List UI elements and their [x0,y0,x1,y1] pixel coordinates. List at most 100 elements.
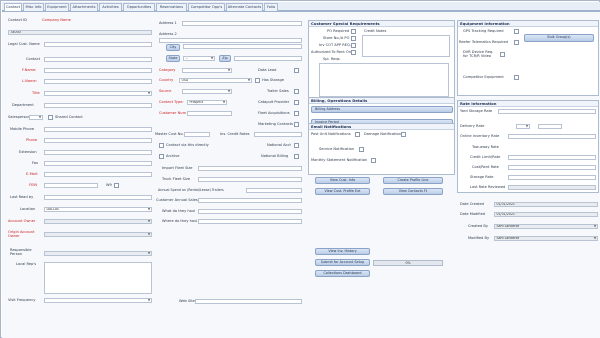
salesperson-field[interactable]: ▼ [29,115,43,120]
data-lead-checkbox[interactable] [294,68,299,73]
tab-misc-info[interactable]: Misc Info [23,3,44,11]
customer-num-field[interactable] [187,111,232,116]
customer-annual-field[interactable] [198,198,302,203]
authorized-checkbox[interactable] [351,50,356,55]
cost-rate-field[interactable] [508,165,596,170]
reefer-checkbox[interactable] [514,40,519,45]
dvr-checkbox[interactable] [500,52,505,57]
tab-equipment[interactable]: Equipment [45,3,69,11]
storage-rate-field[interactable] [508,175,596,180]
delivery-rate-amount[interactable] [538,124,562,129]
national-acct-checkbox[interactable] [294,143,299,148]
catapult-provider-checkbox[interactable] [294,100,299,105]
chevron-down-icon[interactable]: ▼ [525,125,529,128]
damage-checkbox[interactable] [401,132,406,137]
service-checkbox[interactable] [359,147,364,152]
chevron-down-icon[interactable]: ▼ [147,220,151,223]
post-unit-checkbox[interactable] [355,132,360,137]
zip-field[interactable] [234,56,302,61]
customer-id-field[interactable]: 34000 [8,30,152,35]
zip-button[interactable]: Zip [219,55,231,62]
address1-field[interactable] [182,21,302,26]
has-storage-checkbox[interactable] [255,78,260,83]
title-field[interactable]: ▼ [44,91,152,96]
tab-opportunities[interactable]: Opportunities [123,3,155,11]
legal-name-field[interactable] [44,42,152,47]
create-profile-button[interactable]: Create Profile Line [383,177,443,184]
category-field[interactable]: ▼ [182,68,232,73]
last-reviewed-field[interactable] [508,185,596,190]
phone-field[interactable] [44,138,152,143]
view-cust-profile-button[interactable]: View Cust. Profile Ext [315,188,370,195]
master-cust-field[interactable] [184,132,210,137]
ins-credit-field[interactable] [254,132,302,137]
source-field[interactable]: ▼ [182,89,232,94]
store-po-checkbox[interactable] [351,36,356,41]
view-inv-history-button[interactable]: View Inv. History [315,248,370,255]
web-site-field[interactable] [195,299,302,304]
state-button[interactable]: State [166,55,180,62]
national-billing-checkbox[interactable] [294,154,299,159]
chevron-down-icon[interactable]: ▼ [147,299,151,302]
delivery-rate-field[interactable]: ▼ [516,124,530,129]
chevron-down-icon[interactable]: ▼ [147,252,151,255]
billing-address-button[interactable]: Billing Address [311,106,453,113]
monthly-checkbox[interactable] [371,158,376,163]
contact-field[interactable] [44,57,152,62]
tab-activities[interactable]: Activities [99,3,122,11]
chevron-down-icon[interactable]: ▼ [222,101,226,104]
inv-copy-checkbox[interactable] [351,43,356,48]
chevron-down-icon[interactable]: ▼ [38,116,42,119]
where-haul-field[interactable] [198,219,302,224]
archive-checkbox[interactable] [159,154,164,159]
w9-checkbox[interactable] [114,183,119,188]
view-contacts-button[interactable]: View Contacts Ft [383,188,443,195]
tab-folio[interactable]: Folio [264,3,278,11]
credit-limit-field[interactable] [508,155,596,160]
view-cust-info-button[interactable]: View Cust. Info [315,177,370,184]
online-inventory-field[interactable] [508,134,596,139]
city-button[interactable]: City [166,44,180,51]
trailer-sales-checkbox[interactable] [294,89,299,94]
import-fleet-field[interactable] [198,166,302,171]
first-name-field[interactable] [44,68,152,73]
contact-type-field[interactable]: Prospect ▼ [187,100,227,105]
account-owner-field[interactable]: ▼ [44,219,152,224]
tab-competitor-opps[interactable]: Competitor Opp's [188,3,225,11]
chevron-down-icon[interactable]: ▼ [147,233,151,236]
email-field[interactable] [44,172,152,177]
visit-frequency-field[interactable]: ▼ [44,298,152,303]
fleet-acquisitions-checkbox[interactable] [294,111,299,116]
chevron-down-icon[interactable]: ▼ [147,92,151,95]
bulk-groups-button[interactable]: Bulk Group(s) [524,34,594,42]
chevron-down-icon[interactable]: ▼ [147,208,151,211]
mobile-field[interactable] [44,127,152,132]
fein-field[interactable] [44,183,98,188]
tab-reservations[interactable]: Reservations [156,3,187,11]
gps-checkbox[interactable] [514,29,519,34]
tab-attachments[interactable]: Attachments [70,3,98,11]
po-required-checkbox[interactable] [351,29,356,34]
yard-storage-field[interactable] [498,109,596,114]
chevron-down-icon[interactable]: ▼ [227,90,231,93]
extension-field[interactable] [44,150,152,155]
origin-account-owner-field[interactable]: ▼ [44,232,152,237]
truck-fleet-field[interactable] [198,177,302,182]
contact-via-checkbox[interactable] [159,143,164,148]
marketing-contacts-checkbox[interactable] [294,122,299,127]
chevron-down-icon[interactable]: ▼ [210,57,214,60]
last-read-field[interactable] [44,195,152,200]
fax-field[interactable] [44,161,152,166]
location-field[interactable]: DALLAS ▼ [44,207,152,212]
what-haul-field[interactable] [198,209,302,214]
address2-field[interactable] [159,38,302,43]
tab-alternate-contacts[interactable]: Alternate Contacts [226,3,263,11]
state-field[interactable]: -- ▼ [183,56,215,61]
responsible-person-field[interactable]: ▼ [44,251,152,256]
shared-contact-checkbox[interactable] [48,115,53,120]
city-field[interactable] [183,44,302,49]
submit-account-button[interactable]: Submit for Account Setup [315,259,370,266]
spl-reqs-field[interactable] [319,63,449,97]
chevron-down-icon[interactable]: ▼ [227,69,231,72]
competitor-checkbox[interactable] [514,75,519,80]
